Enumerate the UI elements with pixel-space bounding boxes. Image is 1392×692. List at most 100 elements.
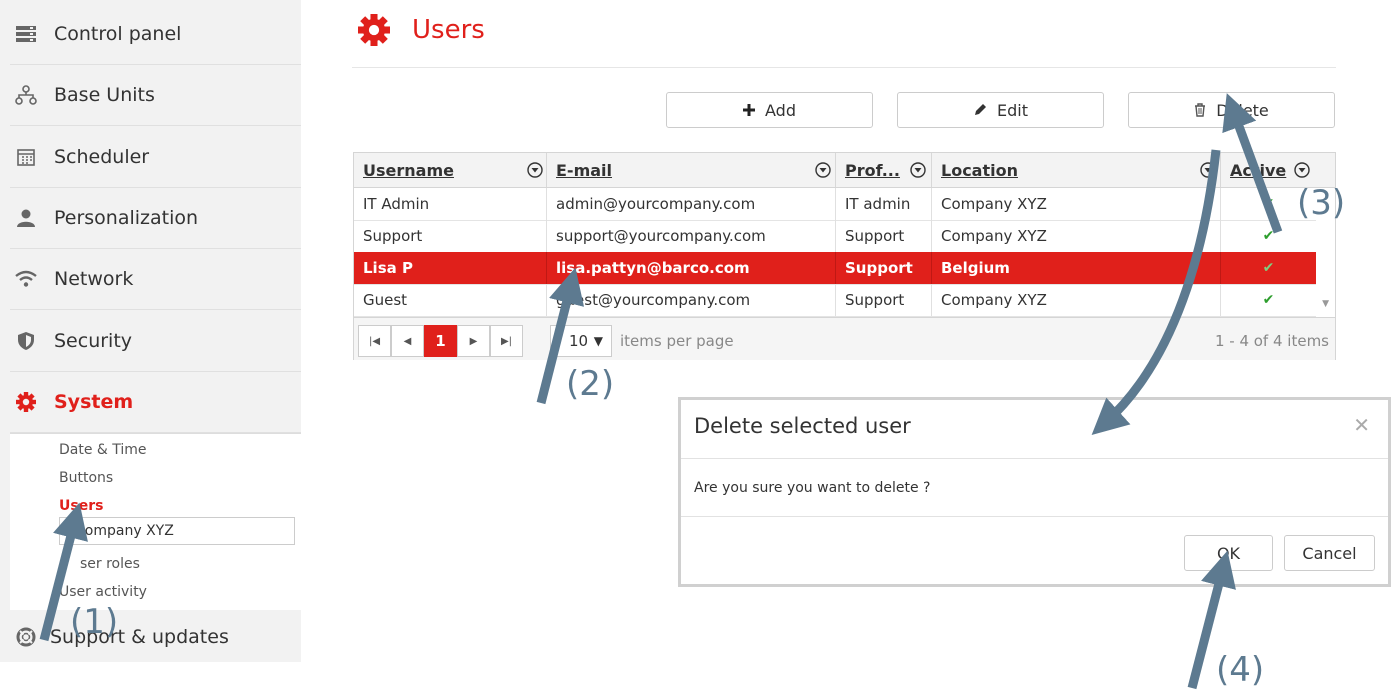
table-row-selected[interactable]: Lisa P lisa.pattyn@barco.com Support Bel… bbox=[354, 252, 1316, 285]
column-header-profile[interactable]: Prof... bbox=[836, 153, 932, 187]
system-submenu: Date & Time Buttons Users ▸ Company XYZ … bbox=[10, 433, 301, 610]
cell-location: Company XYZ bbox=[932, 188, 1221, 220]
page-title: Users bbox=[358, 14, 485, 46]
grid-header: Username E-mail Prof... Location Active bbox=[354, 153, 1335, 188]
table-row[interactable]: Support support@yourcompany.com Support … bbox=[354, 220, 1316, 253]
delete-button[interactable]: Delete bbox=[1128, 92, 1335, 128]
filter-icon[interactable] bbox=[1294, 162, 1310, 178]
cell-username: Guest bbox=[354, 284, 547, 316]
sidebar-item-base-units[interactable]: Base Units bbox=[10, 64, 301, 126]
page-title-text: Users bbox=[412, 15, 485, 45]
gear-icon bbox=[12, 391, 40, 412]
gear-icon bbox=[358, 14, 390, 46]
page-size-value: 10 bbox=[569, 332, 589, 350]
filter-icon[interactable] bbox=[1200, 162, 1216, 178]
callout-step-3: (3) bbox=[1297, 183, 1346, 223]
company-value: Company XYZ bbox=[75, 523, 174, 539]
callout-step-2: (2) bbox=[566, 364, 615, 404]
column-header-email[interactable]: E-mail bbox=[547, 153, 836, 187]
close-icon[interactable]: ✕ bbox=[1353, 413, 1370, 437]
submenu-item-date-time[interactable]: Date & Time bbox=[59, 442, 147, 458]
cell-location: Company XYZ bbox=[932, 220, 1221, 252]
delete-button-label: Delete bbox=[1216, 100, 1269, 120]
column-header-username[interactable]: Username bbox=[354, 153, 547, 187]
last-page-button[interactable]: ▶| bbox=[490, 325, 523, 357]
sidebar-item-security[interactable]: Security bbox=[10, 310, 301, 372]
add-button-label: Add bbox=[765, 100, 796, 120]
column-header-label: Username bbox=[363, 160, 454, 180]
first-page-button[interactable]: |◀ bbox=[358, 325, 391, 357]
edit-button[interactable]: Edit bbox=[897, 92, 1104, 128]
sidebar-item-system[interactable]: System bbox=[10, 371, 301, 433]
title-divider bbox=[352, 67, 1336, 68]
cell-profile: IT admin bbox=[836, 188, 932, 220]
sidebar: Control panel Base Units Scheduler Perso… bbox=[0, 0, 301, 662]
pager-range-label: 1 - 4 of 4 items bbox=[1214, 332, 1329, 350]
delete-confirm-dialog: Delete selected user ✕ Are you sure you … bbox=[678, 397, 1391, 587]
users-grid: Username E-mail Prof... Location Active … bbox=[353, 152, 1336, 360]
sidebar-item-label: Security bbox=[54, 329, 133, 352]
cell-username: IT Admin bbox=[354, 188, 547, 220]
cell-location: Belgium bbox=[932, 252, 1221, 284]
dialog-divider bbox=[681, 458, 1388, 459]
column-header-label: E-mail bbox=[556, 160, 613, 180]
ok-button[interactable]: OK bbox=[1184, 535, 1273, 571]
dialog-message: Are you sure you want to delete ? bbox=[694, 480, 931, 496]
scroll-down-icon[interactable]: ▼ bbox=[1322, 299, 1329, 309]
submenu-item-user-activity[interactable]: User activity bbox=[59, 584, 147, 600]
filter-icon[interactable] bbox=[910, 162, 926, 178]
table-row[interactable]: Guest guest@yourcompany.com Support Comp… bbox=[354, 284, 1316, 317]
submenu-item-user-roles[interactable]: ser roles bbox=[80, 556, 140, 572]
sidebar-item-label: Network bbox=[54, 267, 134, 290]
check-icon: ✔ bbox=[1262, 228, 1275, 244]
cell-location: Company XYZ bbox=[932, 284, 1221, 316]
cell-email: admin@yourcompany.com bbox=[547, 188, 836, 220]
column-header-active[interactable]: Active bbox=[1221, 153, 1335, 187]
lifebuoy-icon bbox=[12, 627, 40, 647]
dialog-title: Delete selected user bbox=[694, 414, 911, 438]
next-page-button[interactable]: ▶ bbox=[457, 325, 490, 357]
dialog-divider bbox=[681, 516, 1388, 517]
column-header-label: Prof... bbox=[845, 160, 900, 180]
sidebar-item-support[interactable]: Support & updates bbox=[10, 612, 301, 662]
column-header-location[interactable]: Location bbox=[932, 153, 1221, 187]
cancel-button[interactable]: Cancel bbox=[1284, 535, 1375, 571]
filter-icon[interactable] bbox=[815, 162, 831, 178]
current-page-button[interactable]: 1 bbox=[424, 325, 457, 357]
sidebar-item-personalization[interactable]: Personalization bbox=[10, 187, 301, 249]
submenu-item-users[interactable]: Users bbox=[59, 498, 103, 514]
items-per-page-label: items per page bbox=[620, 332, 734, 350]
check-icon: ✔ bbox=[1262, 292, 1275, 308]
chevron-down-icon: ▼ bbox=[593, 334, 603, 348]
callout-step-1: (1) bbox=[70, 602, 119, 642]
sidebar-item-network[interactable]: Network bbox=[10, 248, 301, 310]
cell-profile: Support bbox=[836, 252, 932, 284]
plus-icon bbox=[743, 104, 755, 116]
cell-username: Support bbox=[354, 220, 547, 252]
calendar-icon bbox=[12, 148, 40, 166]
grid-pager: |◀ ◀ 1 ▶ ▶| 10 ▼ items per page 1 - 4 of… bbox=[354, 317, 1335, 360]
prev-page-button[interactable]: ◀ bbox=[391, 325, 424, 357]
filter-icon[interactable] bbox=[527, 162, 543, 178]
sidebar-item-label: Personalization bbox=[54, 206, 199, 229]
add-button[interactable]: Add bbox=[666, 92, 873, 128]
cell-email: support@yourcompany.com bbox=[547, 220, 836, 252]
submenu-item-buttons[interactable]: Buttons bbox=[59, 470, 113, 486]
table-row[interactable]: IT Admin admin@yourcompany.com IT admin … bbox=[354, 188, 1316, 221]
sidebar-item-label: Scheduler bbox=[54, 145, 150, 168]
cell-email: guest@yourcompany.com bbox=[547, 284, 836, 316]
cell-profile: Support bbox=[836, 220, 932, 252]
company-filter-field[interactable]: ▸ Company XYZ bbox=[59, 517, 295, 545]
page-size-select[interactable]: 10 ▼ bbox=[550, 325, 612, 357]
shield-icon bbox=[12, 331, 40, 351]
sidebar-item-label: Base Units bbox=[54, 83, 155, 106]
sidebar-item-scheduler[interactable]: Scheduler bbox=[10, 126, 301, 188]
trash-icon bbox=[1194, 103, 1206, 117]
sidebar-item-label: System bbox=[54, 390, 134, 413]
sidebar-item-control-panel[interactable]: Control panel bbox=[10, 3, 301, 65]
callout-step-4: (4) bbox=[1216, 650, 1265, 690]
sidebar-item-label: Control panel bbox=[54, 22, 182, 45]
cell-email: lisa.pattyn@barco.com bbox=[547, 252, 836, 284]
server-icon bbox=[12, 25, 40, 43]
column-header-label: Location bbox=[941, 160, 1018, 180]
